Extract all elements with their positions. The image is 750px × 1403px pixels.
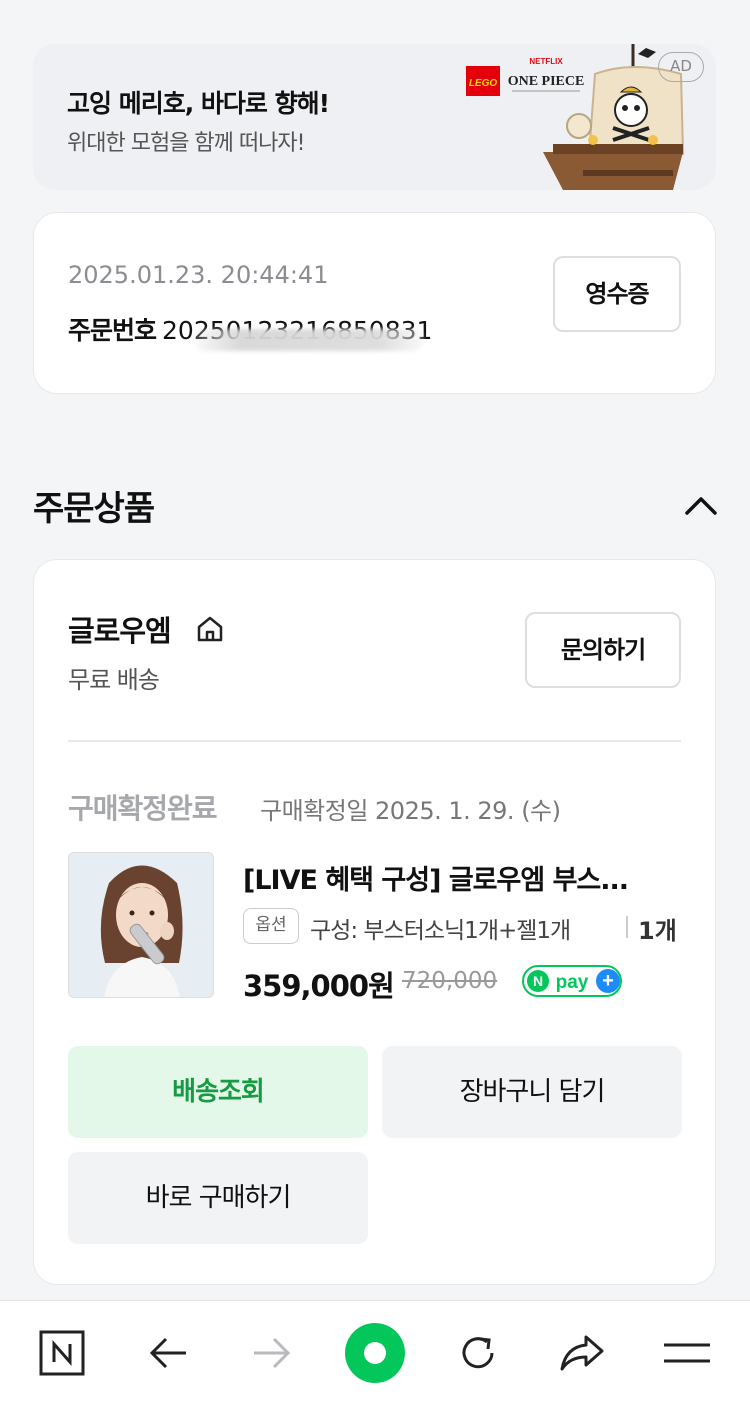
nav-back[interactable] bbox=[118, 1301, 218, 1403]
forward-arrow-icon bbox=[254, 1337, 291, 1368]
product-thumbnail[interactable] bbox=[68, 852, 214, 998]
back-arrow-icon bbox=[149, 1337, 186, 1368]
refresh-icon bbox=[462, 1336, 494, 1368]
inquiry-button[interactable]: 문의하기 bbox=[525, 612, 681, 688]
nav-share[interactable] bbox=[532, 1301, 632, 1403]
product-price: 359,000원 bbox=[243, 969, 395, 1003]
order-info-card: 2025.01.23. 20:44:41 주문번호202501232168508… bbox=[33, 212, 716, 394]
buy-now-button[interactable]: 바로 구매하기 bbox=[68, 1152, 368, 1244]
order-status: 구매확정완료 bbox=[68, 792, 218, 825]
nav-refresh[interactable] bbox=[428, 1301, 528, 1403]
option-text: 구성: 부스터소닉1개+젤1개 bbox=[310, 918, 571, 944]
npay-badge: N pay + bbox=[522, 965, 622, 997]
product-name[interactable]: [LIVE 혜택 구성] 글로우엠 부스... bbox=[243, 858, 629, 897]
nav-naver-home[interactable] bbox=[12, 1301, 112, 1403]
confirm-date: 구매확정일 2025. 1. 29. (수) bbox=[260, 797, 561, 825]
option-badge: 옵션 bbox=[243, 908, 299, 944]
nav-menu[interactable] bbox=[637, 1301, 737, 1403]
nav-green-dot[interactable] bbox=[325, 1301, 425, 1403]
chevron-up-icon[interactable] bbox=[683, 493, 719, 517]
product-image bbox=[69, 853, 213, 997]
svg-text:+: + bbox=[602, 970, 614, 992]
bottom-nav-bar bbox=[0, 1300, 750, 1403]
order-number-label: 주문번호 bbox=[68, 316, 157, 345]
share-icon bbox=[560, 1335, 604, 1370]
menu-icon bbox=[664, 1343, 710, 1362]
receipt-button[interactable]: 영수증 bbox=[553, 256, 681, 332]
privacy-blur bbox=[194, 329, 424, 351]
svg-text:pay: pay bbox=[556, 972, 589, 993]
divider bbox=[68, 740, 681, 742]
nav-forward[interactable] bbox=[222, 1301, 322, 1403]
lego-logo-text: LEGO bbox=[469, 78, 498, 89]
section-title: 주문상품 bbox=[33, 489, 155, 529]
original-price: 720,000 bbox=[402, 968, 498, 994]
ad-subtitle: 위대한 모험을 함께 떠나자! bbox=[67, 131, 305, 156]
shipping-info: 무료 배송 bbox=[68, 666, 160, 694]
ad-badge: AD bbox=[658, 52, 704, 82]
product-card: 글로우엠 무료 배송 문의하기 구매확정완료 구매확정일 2025. 1. 29… bbox=[33, 559, 716, 1285]
order-datetime: 2025.01.23. 20:44:41 bbox=[68, 261, 329, 289]
ad-banner[interactable]: 고잉 메리호, 바다로 향해! 위대한 모험을 함께 떠나자! LEGO NET… bbox=[33, 44, 716, 190]
quantity: 1개 bbox=[638, 917, 677, 945]
ad-title: 고잉 메리호, 바다로 향해! bbox=[67, 89, 330, 118]
option-separator bbox=[626, 916, 628, 938]
home-icon[interactable] bbox=[194, 613, 226, 645]
naver-home-icon bbox=[39, 1330, 85, 1375]
add-to-cart-button[interactable]: 장바구니 담기 bbox=[382, 1046, 682, 1138]
store-name[interactable]: 글로우엠 bbox=[68, 608, 172, 650]
svg-text:N: N bbox=[533, 973, 543, 989]
track-delivery-button[interactable]: 배송조회 bbox=[68, 1046, 368, 1138]
green-dot-icon bbox=[345, 1322, 405, 1383]
